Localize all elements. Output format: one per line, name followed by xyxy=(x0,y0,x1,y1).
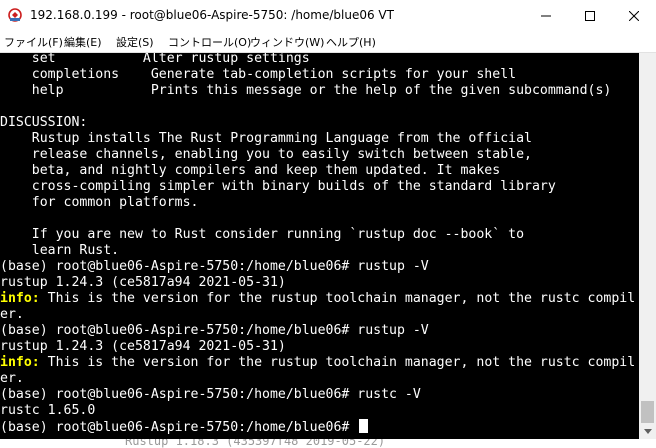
terminal-line: er. xyxy=(0,307,24,323)
line-text: set Alter rustup settings xyxy=(0,53,310,66)
line-text: (base) root@blue06-Aspire-5750:/home/blu… xyxy=(0,387,421,402)
title-bar[interactable]: 192.168.0.199 - root@blue06-Aspire-5750:… xyxy=(0,0,656,31)
terminal-prompt-line: (base) root@blue06-Aspire-5750:/home/blu… xyxy=(0,323,429,339)
line-text: help Prints this message or the help of … xyxy=(0,83,612,98)
terminal-line: DISCUSSION: xyxy=(0,115,87,131)
line-text: for common platforms. xyxy=(0,195,199,210)
vertical-scrollbar[interactable] xyxy=(639,53,656,439)
window-title: 192.168.0.199 - root@blue06-Aspire-5750:… xyxy=(30,8,394,22)
line-text: rustup 1.24.3 (ce5817a94 2021-05-31) xyxy=(0,275,286,290)
terminal-line: release channels, enabling you to easily… xyxy=(0,147,532,163)
line-text: rustup 1.24.3 (ce5817a94 2021-05-31) xyxy=(0,339,286,354)
close-button[interactable] xyxy=(612,0,656,31)
terminal-line: completions Generate tab-completion scri… xyxy=(0,67,516,83)
background-window-strip: Rustup 1.18.3 (435397f48 2019-05-22) xyxy=(0,439,656,448)
terminal-line: If you are new to Rust consider running … xyxy=(0,227,524,243)
terminal-line: for common platforms. xyxy=(0,195,199,211)
info-message: This is the version for the rustup toolc… xyxy=(39,355,636,370)
line-text: cross-compiling simpler with binary buil… xyxy=(0,179,556,194)
line-text: er. xyxy=(0,371,24,386)
close-icon xyxy=(629,10,639,21)
minimize-button[interactable] xyxy=(524,0,568,31)
terminal-line: beta, and nightly compilers and keep the… xyxy=(0,163,500,179)
terminal-cursor xyxy=(359,419,369,433)
line-text: release channels, enabling you to easily… xyxy=(0,147,532,162)
menu-help[interactable]: ヘルプ(H) xyxy=(326,34,376,50)
line-text: completions Generate tab-completion scri… xyxy=(0,67,517,82)
menu-file[interactable]: ファイル(F) xyxy=(4,34,63,50)
terminal-line: help Prints this message or the help of … xyxy=(0,83,612,99)
line-text: DISCUSSION: xyxy=(0,115,88,130)
line-text: (base) root@blue06-Aspire-5750:/home/blu… xyxy=(0,259,429,274)
maximize-button[interactable] xyxy=(568,0,612,31)
terminal-line: rustup 1.24.3 (ce5817a94 2021-05-31) xyxy=(0,275,286,291)
info-label: info: xyxy=(0,291,40,306)
menu-control[interactable]: コントロール(O) xyxy=(168,34,251,50)
terminal-line: rustc 1.65.0 xyxy=(0,403,95,419)
terminal-line: er. xyxy=(0,371,24,387)
menu-settings[interactable]: 設定(S) xyxy=(116,34,154,50)
terminal-line: set Alter rustup settings xyxy=(0,53,310,67)
menu-window[interactable]: ウィンドウ(W) xyxy=(250,34,324,50)
terminal-screen[interactable]: set Alter rustup settings completions Ge… xyxy=(0,53,639,439)
scrollbar-thumb[interactable] xyxy=(641,401,654,423)
info-message: This is the version for the rustup toolc… xyxy=(39,291,636,306)
minimize-icon xyxy=(541,15,551,16)
terminal-info-line: info: This is the version for the rustup… xyxy=(0,355,635,371)
terminal-info-line: info: This is the version for the rustup… xyxy=(0,291,635,307)
terminal-line: cross-compiling simpler with binary buil… xyxy=(0,179,556,195)
line-text: learn Rust. xyxy=(0,243,120,258)
menu-edit[interactable]: 編集(E) xyxy=(64,34,102,50)
info-label: info: xyxy=(0,355,40,370)
line-text: beta, and nightly compilers and keep the… xyxy=(0,163,501,178)
line-text: rustc 1.65.0 xyxy=(0,403,96,418)
menu-bar: ファイル(F) 編集(E) 設定(S) コントロール(O) ウィンドウ(W) ヘ… xyxy=(0,31,656,53)
line-text: (base) root@blue06-Aspire-5750:/home/blu… xyxy=(0,420,358,435)
background-window-text: Rustup 1.18.3 (435397f48 2019-05-22) xyxy=(125,439,386,448)
terminal-prompt-line: (base) root@blue06-Aspire-5750:/home/blu… xyxy=(0,419,369,435)
teraterm-app-icon[interactable] xyxy=(8,8,22,22)
line-text: er. xyxy=(0,307,24,322)
line-text: If you are new to Rust consider running … xyxy=(0,227,525,242)
terminal-line: Rustup installs The Rust Programming Lan… xyxy=(0,131,532,147)
scroll-down-arrow-icon xyxy=(643,428,652,434)
terminal-prompt-line: (base) root@blue06-Aspire-5750:/home/blu… xyxy=(0,387,421,403)
line-text: Rustup installs The Rust Programming Lan… xyxy=(0,131,532,146)
scroll-down-button[interactable] xyxy=(639,423,656,439)
terminal-prompt-line: (base) root@blue06-Aspire-5750:/home/blu… xyxy=(0,259,429,275)
maximize-icon xyxy=(585,10,595,21)
line-text: (base) root@blue06-Aspire-5750:/home/blu… xyxy=(0,323,429,338)
terminal-line: learn Rust. xyxy=(0,243,119,259)
terminal-line: rustup 1.24.3 (ce5817a94 2021-05-31) xyxy=(0,339,286,355)
